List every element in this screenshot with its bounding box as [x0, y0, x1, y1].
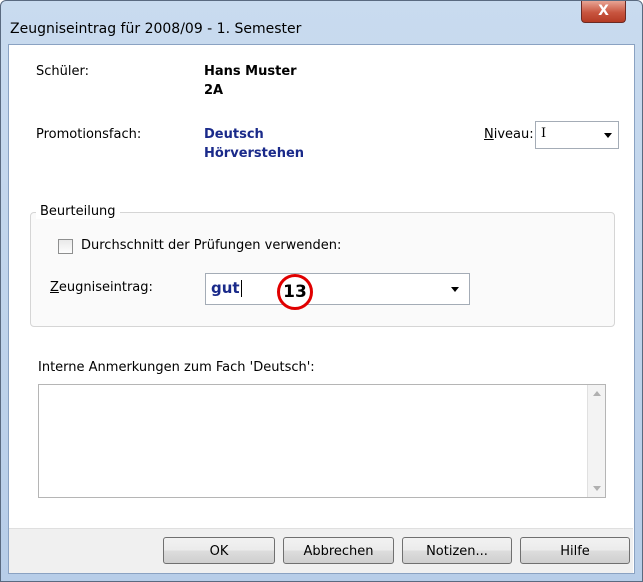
help-button[interactable]: Hilfe — [520, 537, 630, 564]
subject-label: Promotionsfach: — [36, 127, 142, 142]
entry-combobox[interactable]: gut — [205, 273, 470, 305]
average-checkbox[interactable] — [58, 239, 73, 254]
title-bar[interactable]: Zeugniseintrag für 2008/09 - 1. Semester… — [1, 1, 642, 37]
scroll-up-icon[interactable] — [593, 391, 601, 396]
entry-label: Zeugniseintrag: — [50, 280, 153, 295]
close-icon: X — [598, 3, 609, 19]
scroll-down-icon[interactable] — [593, 486, 601, 491]
notes-textarea[interactable] — [38, 384, 606, 498]
subject-name: Deutsch — [204, 127, 264, 142]
notes-scrollbar[interactable] — [587, 385, 605, 497]
niveau-dropdown[interactable]: I — [535, 121, 619, 149]
close-button[interactable]: X — [581, 1, 626, 23]
window-title: Zeugniseintrag für 2008/09 - 1. Semester — [10, 21, 302, 37]
subject-subname: Hörverstehen — [204, 146, 305, 161]
ok-button[interactable]: OK — [163, 537, 275, 564]
text-caret — [240, 280, 242, 297]
chevron-down-icon — [604, 133, 612, 138]
cancel-button[interactable]: Abbrechen — [283, 537, 394, 564]
student-label: Schüler: — [36, 64, 89, 79]
annotation-badge: 13 — [277, 274, 313, 310]
chevron-down-icon — [451, 287, 459, 292]
entry-value: gut — [211, 279, 242, 297]
student-name: Hans Muster — [204, 64, 297, 79]
niveau-label: Niveau: — [484, 127, 534, 142]
assessment-group-title: Beurteilung — [36, 204, 120, 219]
assessment-group — [30, 212, 615, 327]
niveau-value: I — [541, 126, 547, 141]
average-checkbox-label[interactable]: Durchschnitt der Prüfungen verwenden: — [81, 238, 341, 253]
student-class: 2A — [204, 83, 224, 98]
notes-button[interactable]: Notizen... — [402, 537, 512, 564]
notes-label: Interne Anmerkungen zum Fach 'Deutsch': — [38, 360, 315, 375]
